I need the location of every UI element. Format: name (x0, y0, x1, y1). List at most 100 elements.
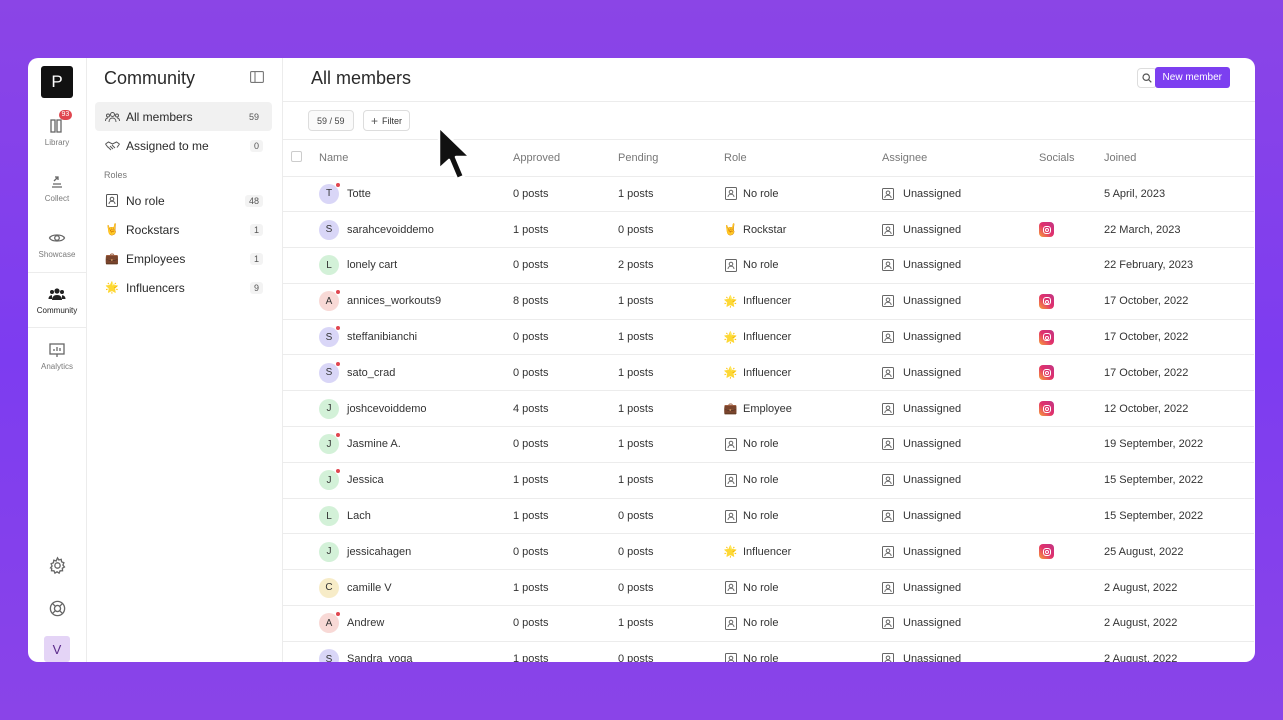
column-header-approved[interactable]: Approved (513, 140, 618, 177)
member-name[interactable]: joshcevoiddemo (347, 403, 427, 415)
instagram-icon[interactable] (1039, 222, 1054, 238)
joined-cell: 15 September, 2022 (1104, 498, 1254, 535)
assignee-icon (882, 510, 894, 523)
sidebar-item-all-members[interactable]: All members 59 (95, 102, 272, 131)
role-cell[interactable]: No role (724, 176, 882, 213)
assignee-label: Unassigned (903, 545, 962, 558)
row-select-cell (283, 390, 319, 428)
role-cell[interactable]: 🌟 Influencer (724, 319, 882, 356)
table-row[interactable]: Aannices_workouts9 8 posts 1 posts 🌟 Influen… (283, 283, 1254, 320)
column-header-pending[interactable]: Pending (618, 140, 724, 177)
role-cell[interactable]: No role (724, 498, 882, 535)
table-row[interactable]: Ssteffanibianchi 0 posts 1 posts 🌟 Influence… (283, 319, 1254, 356)
assignee-cell[interactable]: Unassigned (882, 605, 1039, 642)
assignee-cell[interactable]: Unassigned (882, 641, 1039, 662)
column-header-role[interactable]: Role (724, 140, 882, 177)
role-cell[interactable]: 🤘 Rockstar (724, 211, 882, 249)
member-name[interactable]: steffanibianchi (347, 331, 417, 343)
member-name[interactable]: Jessica (347, 474, 384, 486)
table-row[interactable]: Jjessicahagen 0 posts 0 posts 🌟 Influencer Un… (283, 533, 1254, 571)
table-row[interactable]: Llonely cart 0 posts 2 posts No role Unassig… (283, 247, 1254, 284)
assignee-cell[interactable]: Unassigned (882, 247, 1039, 284)
role-cell[interactable]: 🌟 Influencer (724, 533, 882, 571)
role-cell[interactable]: 💼 Employee (724, 390, 882, 428)
table-row[interactable]: L Lach 1 posts 0 posts No role Unassigned 15 S… (283, 498, 1254, 535)
column-header-joined[interactable]: Joined (1104, 140, 1254, 177)
member-name[interactable]: annices_workouts9 (347, 295, 441, 307)
assignee-cell[interactable]: Unassigned (882, 319, 1039, 356)
instagram-icon[interactable] (1039, 401, 1054, 417)
rail-item-analytics[interactable]: Analytics (28, 328, 87, 384)
role-cell[interactable]: 🌟 Influencer (724, 283, 882, 320)
sidebar-collapse-icon[interactable] (250, 71, 264, 83)
assignee-cell[interactable]: Unassigned (882, 390, 1039, 428)
filter-button[interactable]: + Filter (363, 110, 411, 131)
member-name[interactable]: Andrew (347, 617, 384, 629)
name-cell: L Lach (319, 498, 513, 535)
member-name[interactable]: Jasmine A. (347, 438, 401, 450)
rail-item-collect[interactable]: Collect (28, 160, 87, 216)
role-cell[interactable]: No role (724, 426, 882, 463)
column-header-assignee[interactable]: Assignee (882, 140, 1039, 177)
avatar: S (319, 360, 341, 383)
member-name[interactable]: Sandra_yoga (347, 653, 412, 662)
table-row[interactable]: J Jasmine A. 0 posts 1 posts No role Unassign… (283, 426, 1254, 463)
sidebar-item-rockstars[interactable]: 🤘 Rockstars 1 (95, 215, 272, 244)
member-name[interactable]: lonely cart (347, 259, 397, 271)
assignee-cell[interactable]: Unassigned (882, 498, 1039, 535)
sidebar-item-assigned[interactable]: Assigned to me 0 (95, 131, 272, 160)
assignee-cell[interactable]: Unassigned (882, 426, 1039, 463)
select-all-checkbox[interactable] (291, 150, 302, 162)
sidebar-item-employees[interactable]: 💼 Employees 1 (95, 244, 272, 273)
table-row[interactable]: T Totte 0 posts 1 posts No role Unassigned 5 A… (283, 176, 1254, 213)
instagram-icon[interactable] (1039, 365, 1054, 381)
table-row[interactable]: S Sandra_yoga 1 posts 0 posts No role Unassig… (283, 641, 1254, 662)
assignee-cell[interactable]: Unassigned (882, 569, 1039, 607)
role-cell[interactable]: 🌟 Influencer (724, 354, 882, 392)
assignee-cell[interactable]: Unassigned (882, 283, 1039, 320)
sidebar-item-influencers[interactable]: 🌟 Influencers 9 (95, 273, 272, 302)
member-name[interactable]: Lach (347, 510, 371, 522)
member-name[interactable]: sato_crad (347, 367, 395, 379)
socials-cell (1039, 211, 1104, 249)
settings-button[interactable] (28, 544, 87, 587)
role-cell[interactable]: No role (724, 462, 882, 499)
app-logo[interactable]: P (41, 66, 73, 98)
help-button[interactable] (28, 587, 87, 630)
user-avatar[interactable]: V (44, 636, 70, 662)
avatar-initial: S (325, 224, 333, 236)
assignee-cell[interactable]: Unassigned (882, 462, 1039, 499)
table-row[interactable]: Jjoshcevoiddemo 4 posts 1 posts 💼 Employee Un… (283, 390, 1254, 428)
role-cell[interactable]: No role (724, 247, 882, 284)
name-cell: Jjoshcevoiddemo (319, 390, 513, 428)
member-name[interactable]: jessicahagen (347, 546, 411, 558)
rail-item-community[interactable]: Community (28, 272, 87, 328)
assignee-cell[interactable]: Unassigned (882, 211, 1039, 249)
rail-item-library[interactable]: 93 Library (28, 104, 87, 160)
column-header-socials[interactable]: Socials (1039, 140, 1104, 177)
member-name[interactable]: camille V (347, 582, 392, 594)
new-member-button[interactable]: New member (1154, 67, 1230, 88)
member-name[interactable]: sarahcevoiddemo (347, 224, 434, 236)
role-cell[interactable]: No role (724, 641, 882, 662)
sidebar-item-no-role[interactable]: No role 48 (95, 186, 272, 215)
table-row[interactable]: Ssato_crad 0 posts 1 posts 🌟 Influencer Unass… (283, 354, 1254, 392)
instagram-icon[interactable] (1039, 329, 1054, 345)
approved-cell: 1 posts (513, 462, 618, 499)
role-cell[interactable]: No role (724, 569, 882, 607)
instagram-icon[interactable] (1039, 293, 1054, 309)
assignee-cell[interactable]: Unassigned (882, 354, 1039, 392)
name-cell: J Jasmine A. (319, 426, 513, 463)
approved-cell: 8 posts (513, 283, 618, 320)
table-row[interactable]: A Andrew 0 posts 1 posts No role Unassigned 2 … (283, 605, 1254, 642)
table-row[interactable]: Ssarahcevoiddemo 1 posts 0 posts 🤘 Rockstar U… (283, 211, 1254, 249)
assignee-cell[interactable]: Unassigned (882, 176, 1039, 213)
rail-item-showcase[interactable]: Showcase (28, 216, 87, 272)
table-row[interactable]: Ccamille V1 posts 0 posts No role Unassigne… (283, 569, 1254, 607)
instagram-icon[interactable] (1039, 544, 1054, 560)
assignee-cell[interactable]: Unassigned (882, 533, 1039, 571)
member-name[interactable]: Totte (347, 188, 371, 200)
table-row[interactable]: J Jessica 1 posts 1 posts No role Unassigned 1… (283, 462, 1254, 499)
column-header-name[interactable]: Name (319, 140, 513, 177)
role-cell[interactable]: No role (724, 605, 882, 642)
